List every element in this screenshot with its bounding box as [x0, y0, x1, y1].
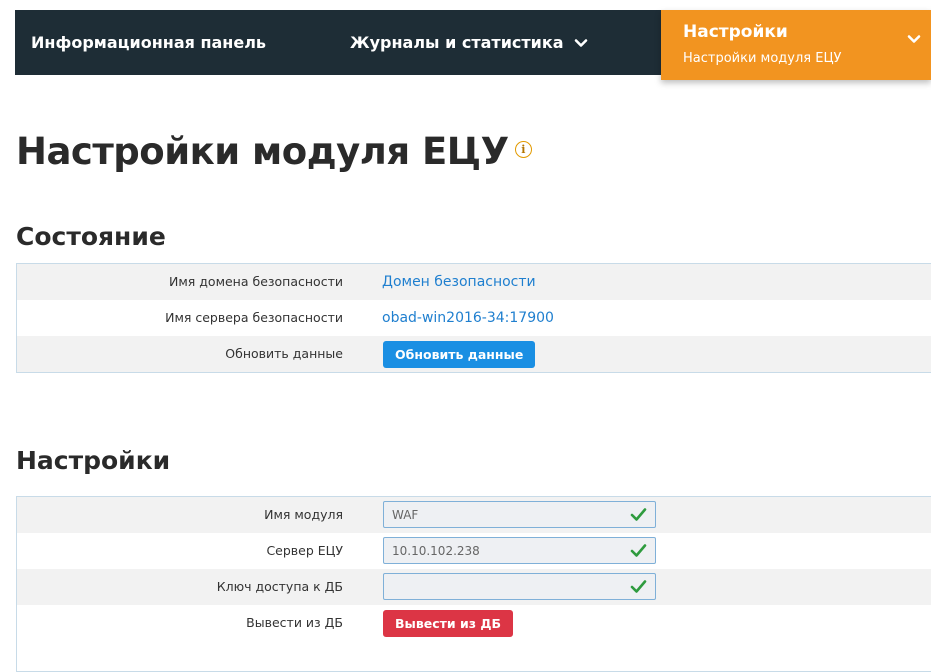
- row-label: Обновить данные: [225, 346, 343, 361]
- ecu-server-field: [383, 537, 656, 564]
- security-domain-link[interactable]: Домен безопасности: [382, 264, 536, 300]
- remove-from-db-button[interactable]: Вывести из ДБ: [383, 610, 514, 637]
- nav-active-subtitle: Настройки модуля ЕЦУ: [683, 51, 842, 66]
- table-row: Имя модуля: [17, 497, 931, 533]
- settings-panel: Имя модуля Сервер ЕЦУ Ключ доступа к ДБ …: [16, 496, 931, 672]
- nav-item-logs-statistics[interactable]: Журналы и статистика: [350, 10, 588, 75]
- security-server-link[interactable]: obad-win2016-34:17900: [382, 300, 554, 336]
- chevron-down-icon: [574, 38, 587, 47]
- db-access-key-input[interactable]: [384, 574, 627, 599]
- table-row: Имя домена безопасности Домен безопаснос…: [17, 264, 931, 300]
- check-icon: [630, 508, 647, 521]
- row-label: Имя сервера безопасности: [165, 310, 343, 325]
- table-row: Имя сервера безопасности obad-win2016-34…: [17, 300, 931, 336]
- table-row: Сервер ЕЦУ: [17, 533, 931, 569]
- nav-item-settings-active[interactable]: Настройки Настройки модуля ЕЦУ: [661, 10, 931, 80]
- chevron-down-icon: [907, 35, 921, 43]
- nav-item-dashboard[interactable]: Информационная панель: [31, 10, 266, 75]
- nav-item-label: Информационная панель: [31, 33, 267, 52]
- db-access-key-field: [383, 573, 656, 600]
- table-row: Ключ доступа к ДБ: [17, 569, 931, 605]
- table-row: Вывести из ДБ Вывести из ДБ: [17, 605, 931, 641]
- row-label: Сервер ЕЦУ: [266, 543, 343, 558]
- ecu-server-input[interactable]: [384, 538, 627, 563]
- check-icon: [630, 544, 647, 557]
- page-title-text: Настройки модуля ЕЦУ: [16, 130, 509, 173]
- page-title: Настройки модуля ЕЦУ i: [16, 130, 532, 173]
- check-icon: [630, 580, 647, 593]
- row-label: Имя модуля: [264, 507, 343, 522]
- info-icon[interactable]: i: [514, 141, 532, 158]
- module-name-field: [383, 501, 656, 528]
- module-name-input[interactable]: [384, 502, 627, 527]
- nav-item-label: Журналы и статистика: [350, 33, 564, 52]
- status-panel: Имя домена безопасности Домен безопаснос…: [16, 263, 931, 373]
- row-label: Вывести из ДБ: [246, 615, 343, 630]
- refresh-data-button[interactable]: Обновить данные: [383, 341, 536, 368]
- nav-active-title: Настройки: [683, 22, 788, 42]
- row-label: Ключ доступа к ДБ: [216, 579, 343, 594]
- section-heading-settings: Настройки: [16, 446, 171, 475]
- section-heading-status: Состояние: [16, 222, 166, 251]
- row-label: Имя домена безопасности: [169, 274, 343, 289]
- table-row: Обновить данные Обновить данные: [17, 336, 931, 372]
